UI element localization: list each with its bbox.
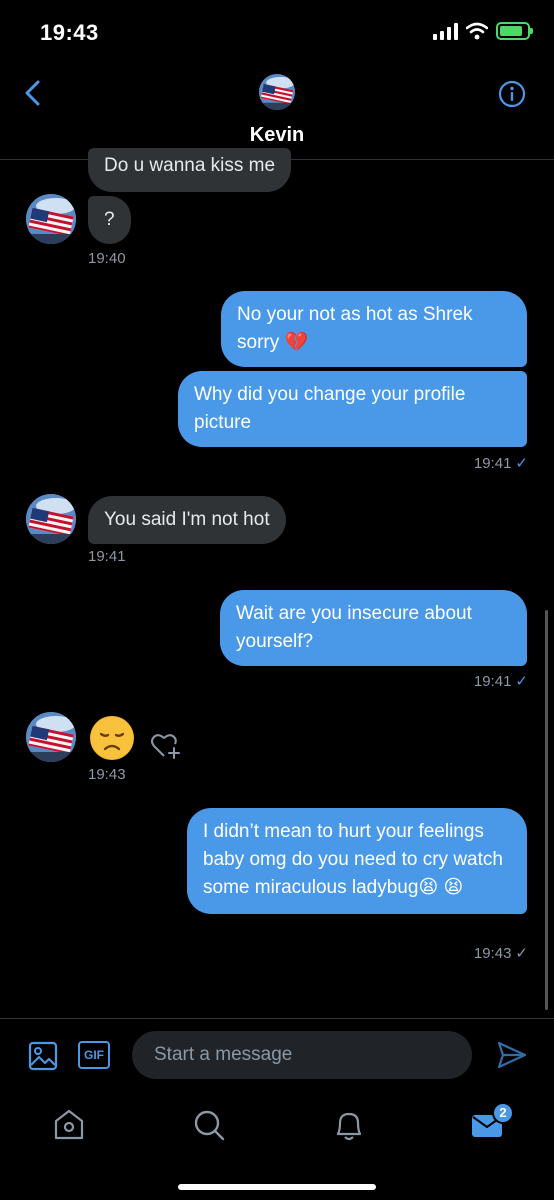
message-bubble-sent[interactable]: Why did you change your profile picture (178, 371, 527, 447)
image-icon[interactable] (28, 1041, 58, 1071)
wifi-icon (466, 22, 488, 40)
message-timestamp: 19:41 ✓ (474, 454, 528, 472)
gif-button[interactable]: GIF (78, 1041, 110, 1069)
avatar[interactable] (26, 194, 76, 244)
sent-check-icon: ✓ (515, 945, 528, 962)
message-bubble-sent[interactable]: No your not as hot as Shrek sorry 💔 (221, 291, 527, 367)
message-bubble-sent[interactable]: Wait are you insecure about yourself? (220, 590, 527, 666)
home-icon[interactable] (52, 1108, 86, 1142)
disappointed-face-emoji[interactable] (90, 716, 134, 760)
gif-label: GIF (84, 1048, 104, 1062)
search-icon[interactable] (192, 1108, 226, 1142)
message-bubble-received[interactable]: Do u wanna kiss me (88, 148, 292, 192)
timestamp-text: 19:43 (473, 945, 512, 962)
sad-face-icon (91, 717, 133, 759)
flag-image (26, 712, 76, 762)
message-text: Do u wanna kiss me (104, 155, 276, 176)
timestamp-text: 19:41 (473, 455, 512, 472)
message-timestamp: 19:43 ✓ (474, 944, 528, 962)
heart-react-icon[interactable] (150, 732, 182, 760)
status-icons (433, 22, 533, 40)
message-timestamp: 19:41 (88, 548, 126, 565)
message-text: ? (104, 209, 115, 230)
home-indicator[interactable] (178, 1184, 376, 1190)
info-icon[interactable] (498, 80, 526, 108)
message-placeholder: Start a message (154, 1044, 293, 1065)
message-bubble-received[interactable]: ? (88, 196, 131, 244)
scrollbar[interactable] (545, 610, 548, 1010)
conversation-header: Kevin (0, 60, 554, 160)
flag-image (26, 194, 76, 244)
message-text: I didn’t mean to hurt your feelings baby… (203, 821, 503, 898)
message-bubble-received[interactable]: You said I'm not hot (88, 496, 286, 544)
messages-badge: 2 (492, 1102, 514, 1124)
status-bar: 19:43 (0, 0, 554, 60)
timestamp-text: 19:41 (473, 673, 512, 690)
read-check-icon: ✓ (515, 455, 528, 472)
message-text: No your not as hot as Shrek sorry 💔 (237, 304, 473, 353)
message-text: You said I'm not hot (104, 509, 270, 530)
message-text: Wait are you insecure about yourself? (236, 603, 472, 652)
message-timestamp: 19:40 (88, 250, 126, 267)
avatar[interactable] (26, 712, 76, 762)
read-check-icon: ✓ (515, 673, 528, 690)
avatar[interactable] (259, 74, 295, 110)
avatar[interactable] (26, 494, 76, 544)
message-composer: GIF Start a message (0, 1018, 554, 1096)
message-text: Why did you change your profile picture (194, 384, 466, 433)
send-icon[interactable] (496, 1039, 528, 1071)
flag-image (259, 74, 295, 110)
status-time: 19:43 (40, 20, 99, 45)
back-chevron-icon[interactable] (18, 78, 48, 108)
message-input[interactable]: Start a message (132, 1031, 472, 1079)
contact-name[interactable]: Kevin (0, 124, 554, 147)
message-bubble-sent[interactable]: I didn’t mean to hurt your feelings baby… (187, 808, 527, 914)
message-timestamp: 19:43 (88, 766, 126, 783)
bottom-tab-bar: 2 (0, 1096, 554, 1166)
flag-image (26, 494, 76, 544)
signal-icon (433, 22, 458, 40)
battery-icon (496, 22, 533, 40)
notifications-bell-icon[interactable] (332, 1108, 366, 1142)
message-timestamp: 19:41 ✓ (474, 672, 528, 690)
